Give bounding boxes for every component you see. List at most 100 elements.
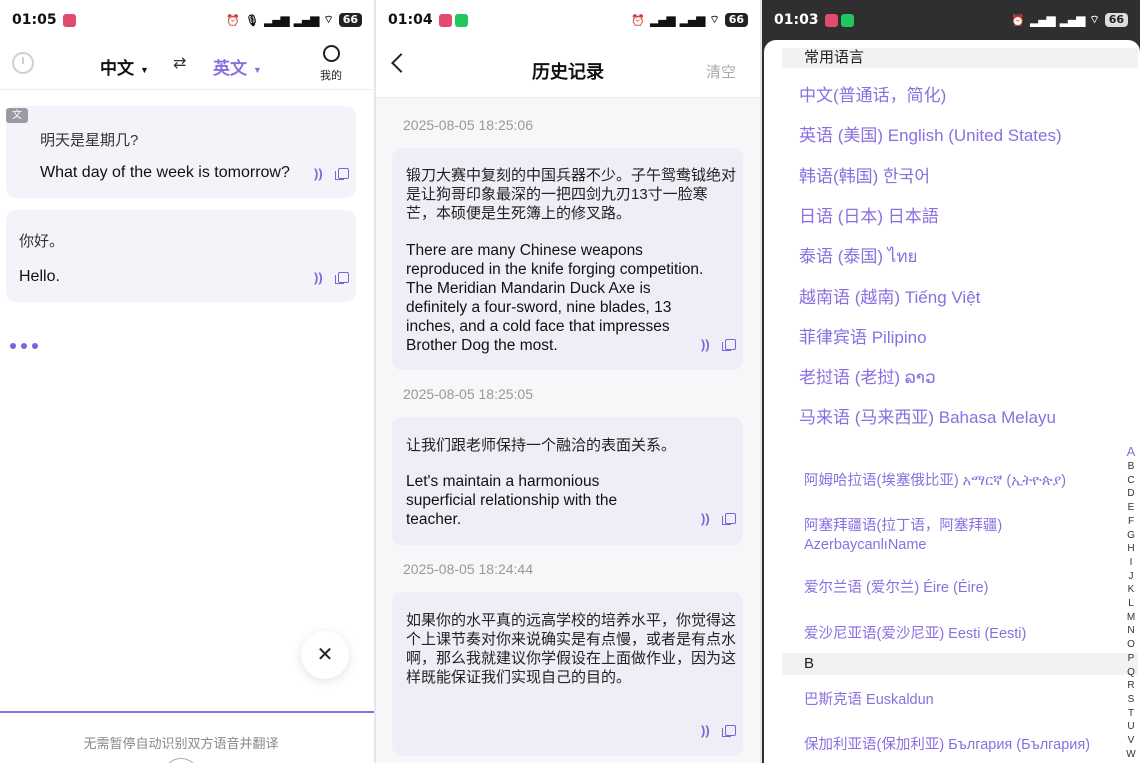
wifi-icon: ⌔: [709, 13, 720, 26]
wifi-icon: ⌔: [323, 13, 334, 26]
source-language-label: 中文: [100, 59, 134, 78]
alphabet-index-letter[interactable]: C: [1124, 474, 1138, 488]
alarm-icon: ⏰: [226, 13, 240, 27]
alphabet-index-letter[interactable]: Q: [1124, 666, 1138, 680]
speaker-icon[interactable]: )): [314, 270, 323, 285]
language-option[interactable]: 越南语 (越南) Tiếng Việt: [799, 283, 980, 308]
history-header: 历史记录 清空: [376, 40, 760, 98]
alphabet-index-letter[interactable]: O: [1124, 638, 1138, 652]
record-source: 锻刀大赛中复刻的中国兵器不少。子午鸳鸯钺绝对是让狗哥印象最深的一把四剑九刃13寸…: [406, 167, 737, 222]
language-option[interactable]: 保加利亚语(保加利亚) България (България): [804, 736, 1124, 755]
alphabet-index-letter[interactable]: L: [1124, 597, 1138, 611]
copy-icon[interactable]: [722, 339, 736, 351]
language-option[interactable]: 巴斯克语 Euskaldun: [804, 691, 1124, 710]
history-clock-icon[interactable]: [12, 52, 34, 74]
signal2-icon: ▂▄▆: [1059, 13, 1086, 27]
caret-down-icon: ▼: [253, 64, 262, 75]
alphabet-index-letter[interactable]: D: [1124, 487, 1138, 501]
speaker-icon[interactable]: )): [701, 337, 710, 352]
mic-icon: 🎙: [245, 13, 259, 27]
alphabet-index-letter[interactable]: J: [1124, 570, 1138, 584]
alphabet-index[interactable]: ABCDEFGHIJKLMNOPQRSTUVW: [1124, 444, 1138, 761]
user-icon[interactable]: [323, 45, 340, 62]
status-bar: 01:03 ⏰ ▂▄▆ ▂▄▆ ⌔ 66: [762, 0, 1140, 40]
copy-icon[interactable]: [335, 272, 349, 284]
alphabet-index-letter[interactable]: H: [1124, 542, 1138, 556]
auto-detect-hint: 无需暂停自动识别双方语音并翻译: [83, 736, 279, 751]
alphabet-index-letter[interactable]: N: [1124, 624, 1138, 638]
alphabet-index-letter[interactable]: K: [1124, 583, 1138, 597]
speaker-icon[interactable]: )): [314, 166, 323, 181]
status-icons: ⏰ 🎙 ▂▄▆ ▂▄▆ ⌔ 66: [226, 13, 362, 27]
caret-down-icon: ▼: [140, 64, 149, 75]
language-option[interactable]: 英语 (美国) English (United States): [799, 121, 1062, 146]
translator-screen: 01:05 ⏰ 🎙 ▂▄▆ ▂▄▆ ⌔ 66 中文 ▼ ⇄ 英文 ▼ 我的 文 明天…: [0, 0, 374, 763]
target-language-label: 英文: [213, 59, 247, 78]
alphabet-index-letter[interactable]: R: [1124, 679, 1138, 693]
conversation-card: [6, 210, 356, 302]
alphabet-index-letter[interactable]: G: [1124, 529, 1138, 543]
alphabet-index-letter[interactable]: I: [1124, 556, 1138, 570]
language-option[interactable]: 马来语 (马来西亚) Bahasa Melayu: [799, 403, 1056, 428]
speaker-icon[interactable]: )): [701, 723, 710, 738]
signal2-icon: ▂▄▆: [293, 13, 320, 27]
alphabet-index-letter[interactable]: U: [1124, 720, 1138, 734]
battery-icon: 66: [338, 13, 362, 27]
alphabet-index-letter[interactable]: M: [1124, 611, 1138, 625]
common-languages-header: 常用语言: [782, 48, 1138, 68]
wifi-icon: ⌔: [1089, 13, 1100, 26]
language-option[interactable]: 菲律宾语 Pilipino: [799, 323, 927, 348]
record-timestamp: 2025-08-05 18:25:06: [403, 117, 533, 133]
app-notification-icon: [438, 13, 452, 27]
alphabet-index-letter[interactable]: T: [1124, 707, 1138, 721]
record-source: 如果你的水平真的远高学校的培养水平，你觉得这个上课节奏对你来说确实是有点慢，或者…: [406, 612, 737, 686]
alphabet-index-letter[interactable]: W: [1124, 748, 1138, 762]
alphabet-index-letter[interactable]: B: [1124, 460, 1138, 474]
history-screen: 01:04 ⏰ ▂▄▆ ▂▄▆ ⌔ 66 历史记录 清空 2025-08-05 …: [376, 0, 760, 763]
status-bar: 01:05 ⏰ 🎙 ▂▄▆ ▂▄▆ ⌔ 66: [0, 0, 374, 40]
conversation-source: 明天是星期几?: [40, 132, 139, 149]
language-option[interactable]: 爱沙尼亚语(爱沙尼亚) Eesti (Eesti): [804, 625, 1124, 644]
alphabet-index-letter[interactable]: S: [1124, 693, 1138, 707]
alphabet-index-letter[interactable]: V: [1124, 734, 1138, 748]
text-badge: 文: [6, 108, 28, 123]
swap-icon[interactable]: ⇄: [173, 53, 186, 73]
language-picker-screen: 01:03 ⏰ ▂▄▆ ▂▄▆ ⌔ 66 常用语言 中文(普通话，简化) 英语 …: [762, 0, 1140, 763]
source-language-selector[interactable]: 中文 ▼: [100, 54, 149, 79]
language-option[interactable]: 爱尔兰语 (爱尔兰) Éire (Éire): [804, 579, 1124, 598]
app-notification-icon: [62, 13, 76, 27]
status-time: 01:05: [12, 12, 57, 28]
language-option[interactable]: 阿姆哈拉语(埃塞俄比亚) አማርኛ (ኢትዮጵያ): [804, 472, 1124, 491]
language-option[interactable]: 阿塞拜疆语(拉丁语，阿塞拜疆) AzerbaycanlıName: [804, 517, 1024, 555]
signal2-icon: ▂▄▆: [679, 13, 706, 27]
speaker-icon[interactable]: )): [701, 511, 710, 526]
signal-icon: ▂▄▆: [1029, 13, 1056, 27]
alphabet-index-letter[interactable]: E: [1124, 501, 1138, 515]
copy-icon[interactable]: [335, 168, 349, 180]
clear-button[interactable]: 清空: [706, 61, 736, 82]
close-button[interactable]: ✕: [301, 631, 349, 679]
status-time: 01:04: [388, 12, 433, 28]
conversation-source: 你好。: [19, 233, 65, 250]
language-option[interactable]: 老挝语 (老挝) ລາວ: [799, 363, 936, 388]
copy-icon[interactable]: [722, 725, 736, 737]
alphabet-index-letter[interactable]: F: [1124, 515, 1138, 529]
mic-button-icon[interactable]: [163, 758, 199, 763]
me-label[interactable]: 我的: [320, 67, 342, 83]
signal-icon: ▂▄▆: [649, 13, 676, 27]
alphabet-index-letter[interactable]: A: [1124, 444, 1138, 460]
signal-icon: ▂▄▆: [263, 13, 290, 27]
language-option[interactable]: 韩语(韩国) 한국어: [799, 162, 930, 187]
language-sheet: 常用语言 中文(普通话，简化) 英语 (美国) English (United …: [764, 40, 1140, 763]
record-target: There are many Chinese weapons reproduce…: [406, 242, 704, 354]
language-option[interactable]: 中文(普通话，简化): [799, 81, 946, 106]
typing-indicator: [10, 343, 38, 349]
language-option[interactable]: 日语 (日本) 日本語: [799, 202, 939, 227]
record-source: 让我们跟老师保持一个融洽的表面关系。: [406, 437, 677, 454]
language-option[interactable]: 泰语 (泰国) ไทย: [799, 242, 918, 270]
alphabet-index-letter[interactable]: P: [1124, 652, 1138, 666]
copy-icon[interactable]: [722, 513, 736, 525]
record-timestamp: 2025-08-05 18:24:44: [403, 561, 533, 577]
app-notification-icon: [824, 13, 838, 27]
target-language-selector[interactable]: 英文 ▼: [213, 54, 262, 79]
